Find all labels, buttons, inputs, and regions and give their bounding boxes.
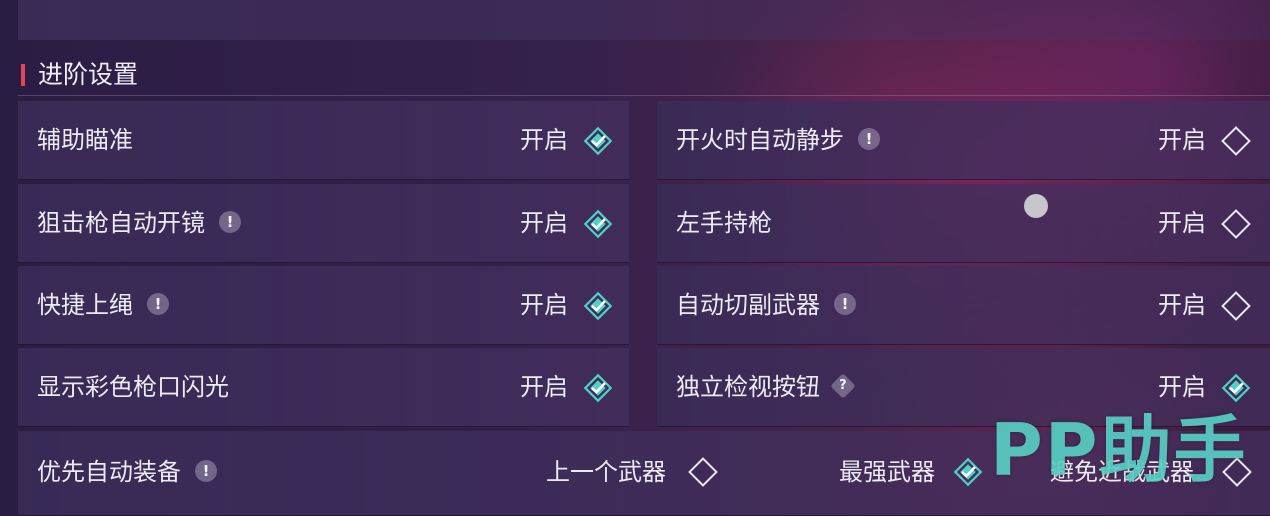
- unchecked-diamond-icon[interactable]: [688, 457, 718, 487]
- setting-row-auto-quiet-step-on-fire[interactable]: 开火时自动静步! 开启: [657, 101, 1270, 180]
- info-icon[interactable]: !: [147, 293, 169, 315]
- option-previous-weapon-label[interactable]: 上一个武器: [546, 455, 666, 489]
- setting-label: 狙击枪自动开镜!: [37, 206, 241, 240]
- checked-diamond-icon[interactable]: [583, 126, 613, 156]
- option-strongest-weapon-label[interactable]: 最强武器: [839, 455, 935, 489]
- setting-label: 优先自动装备!: [37, 455, 217, 489]
- section-header: 进阶设置: [18, 60, 1270, 96]
- checked-diamond-icon[interactable]: [953, 457, 983, 487]
- setting-label: 自动切副武器!: [676, 288, 856, 322]
- setting-row-aim-assist[interactable]: 辅助瞄准 开启: [18, 101, 629, 180]
- unchecked-diamond-icon[interactable]: [1221, 291, 1251, 321]
- setting-row-auto-switch-secondary[interactable]: 自动切副武器! 开启: [657, 266, 1270, 345]
- checked-diamond-icon[interactable]: [583, 209, 613, 239]
- setting-value: 开启: [1158, 126, 1206, 154]
- section-accent-bar: [21, 64, 25, 86]
- question-icon[interactable]: ?: [830, 373, 856, 399]
- setting-label: 独立检视按钮?: [676, 370, 856, 404]
- checked-diamond-icon[interactable]: [583, 373, 613, 403]
- info-icon[interactable]: !: [219, 211, 241, 233]
- setting-value: 开启: [1158, 209, 1206, 237]
- checked-diamond-icon[interactable]: [1221, 373, 1251, 403]
- setting-label: 开火时自动静步!: [676, 123, 880, 157]
- setting-row-colored-muzzle-flash[interactable]: 显示彩色枪口闪光 开启: [18, 348, 629, 427]
- setting-label: 快捷上绳!: [37, 288, 169, 322]
- setting-label: 左手持枪: [676, 209, 772, 237]
- top-strip: [18, 0, 1270, 40]
- setting-label: 显示彩色枪口闪光: [37, 373, 229, 401]
- setting-value: 开启: [520, 291, 568, 319]
- setting-value: 开启: [520, 373, 568, 401]
- setting-value: 开启: [1158, 373, 1206, 401]
- watermark-logo: PP助手: [990, 408, 1248, 492]
- checked-diamond-icon[interactable]: [583, 291, 613, 321]
- unchecked-diamond-icon[interactable]: [1221, 126, 1251, 156]
- setting-label: 辅助瞄准: [37, 126, 133, 154]
- setting-row-sniper-auto-scope[interactable]: 狙击枪自动开镜! 开启: [18, 184, 629, 263]
- setting-value: 开启: [1158, 291, 1206, 319]
- setting-row-left-hand-gun[interactable]: 左手持枪 开启: [657, 184, 1270, 263]
- info-icon[interactable]: !: [858, 128, 880, 150]
- setting-value: 开启: [520, 209, 568, 237]
- info-icon[interactable]: !: [834, 293, 856, 315]
- unchecked-diamond-icon[interactable]: [1221, 209, 1251, 239]
- section-divider: [18, 95, 1270, 96]
- setting-value: 开启: [520, 126, 568, 154]
- section-title: 进阶设置: [38, 60, 139, 89]
- setting-row-quick-zipline[interactable]: 快捷上绳! 开启: [18, 266, 629, 345]
- info-icon[interactable]: !: [195, 460, 217, 482]
- scroll-knob[interactable]: [1024, 194, 1048, 218]
